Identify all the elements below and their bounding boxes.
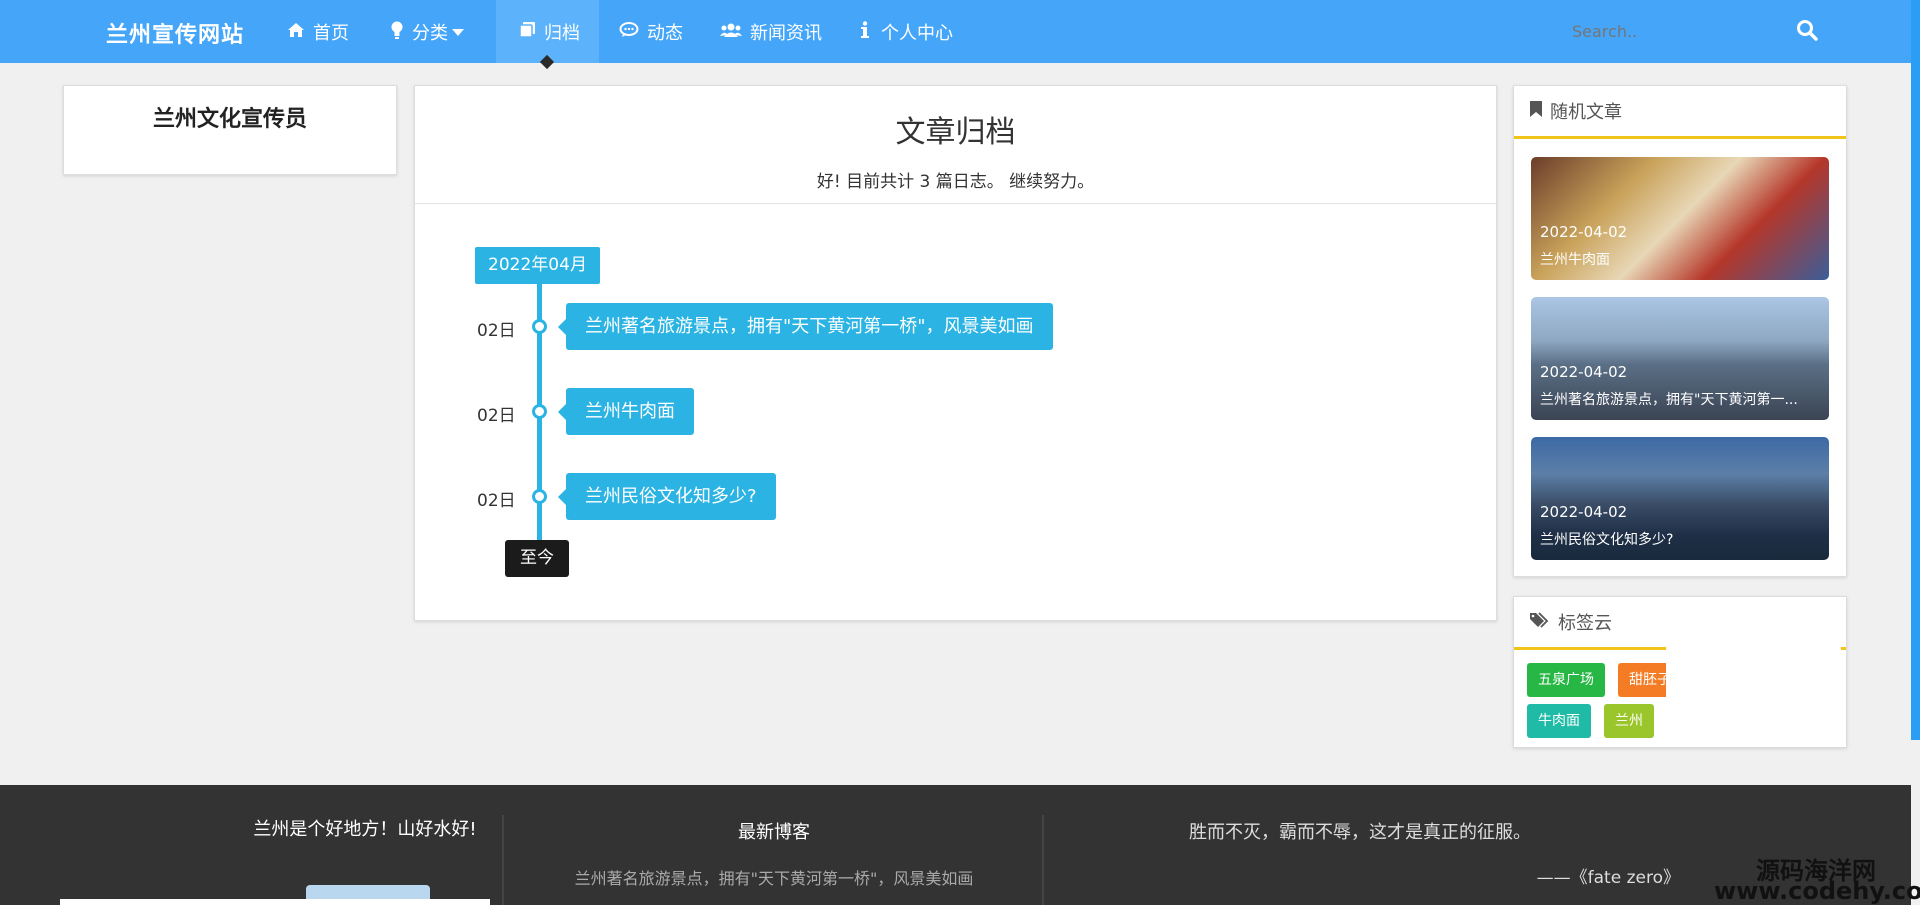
post-date: 2022-04-02 (1540, 363, 1628, 381)
footer-quote: 胜而不灭，霸而不辱，这才是真正的征服。 (1189, 822, 1531, 843)
post-date: 2022-04-02 (1540, 223, 1628, 241)
post-title: 兰州著名旅游景点，拥有"天下黄河第一... (1540, 392, 1798, 408)
search-icon[interactable] (1796, 19, 1820, 43)
scrollbar-track[interactable] (1911, 0, 1920, 740)
timeline-post-link[interactable]: 兰州民俗文化知多少? (558, 473, 776, 520)
copy-icon (519, 21, 536, 42)
archive-panel: 文章归档 好! 目前共计 3 篇日志。 继续努力。 (414, 85, 1497, 621)
footer-bottom-bar (60, 899, 490, 905)
timeline-dot (532, 404, 547, 419)
footer-latest-title: 最新博客 (738, 822, 810, 843)
divider (415, 203, 1496, 204)
top-navbar: 兰州宣传网站 首页 分类 归档 动态 新闻资讯 个人中心 Search.. (0, 0, 1911, 63)
nav-category[interactable]: 分类 (390, 0, 464, 63)
tags-icon (1530, 611, 1550, 633)
profile-name: 兰州文化宣传员 (152, 107, 307, 132)
timeline-day: 02日 (477, 491, 516, 511)
footer-divider (1042, 815, 1044, 905)
nav-activity[interactable]: 动态 (619, 0, 683, 63)
panel-title: 随机文章 (1550, 102, 1622, 123)
nav-category-label: 分类 (412, 22, 448, 44)
nav-home[interactable]: 首页 (287, 0, 349, 63)
site-brand[interactable]: 兰州宣传网站 (106, 17, 244, 49)
timeline-post-link[interactable]: 兰州著名旅游景点，拥有"天下黄河第一桥"，风景美如画 (558, 303, 1053, 350)
nav-profile-label: 个人中心 (881, 22, 953, 44)
random-post-card[interactable]: 2022-04-02 兰州牛肉面 (1531, 157, 1829, 280)
bookmark-icon (1530, 100, 1542, 122)
post-title: 兰州牛肉面 (1540, 252, 1610, 268)
timeline-end-label: 至今 (505, 540, 569, 577)
users-icon (720, 22, 742, 42)
random-post-card[interactable]: 2022-04-02 兰州著名旅游景点，拥有"天下黄河第一... (1531, 297, 1829, 420)
watermark-url: www.codehy.com (1714, 877, 1920, 905)
home-icon (287, 22, 305, 42)
footer-quote-source: ——《fate zero》 (1536, 868, 1680, 888)
footer-latest-post[interactable]: 兰州著名旅游景点，拥有"天下黄河第一桥"，风景美如画 (504, 865, 1044, 889)
random-post-card[interactable]: 2022-04-02 兰州民俗文化知多少? (1531, 437, 1829, 560)
nav-home-label: 首页 (313, 22, 349, 44)
random-posts-panel: 随机文章 2022-04-02 兰州牛肉面 2022-04-02 兰州著名旅游景… (1513, 85, 1847, 577)
footer-divider (502, 815, 504, 905)
post-title: 兰州民俗文化知多少? (1540, 532, 1674, 548)
tag-item[interactable]: 兰州 (1604, 704, 1654, 738)
timeline-post-link[interactable]: 兰州牛肉面 (558, 388, 694, 435)
search-input[interactable] (1560, 12, 1830, 50)
timeline-day: 02日 (477, 321, 516, 341)
nav-news[interactable]: 新闻资讯 (720, 0, 822, 63)
panel-title: 标签云 (1558, 613, 1612, 634)
archive-summary: 好! 目前共计 3 篇日志。 继续努力。 (816, 172, 1095, 192)
timeline-day: 02日 (477, 406, 516, 426)
lightbulb-icon (390, 21, 404, 43)
timeline-dot (532, 319, 547, 334)
footer: 兰州是个好地方！山好水好! 最新博客 兰州著名旅游景点，拥有"天下黄河第一桥"，… (0, 785, 1911, 905)
timeline-month: 2022年04月 (475, 247, 600, 284)
footer-about: 兰州是个好地方！山好水好! (253, 819, 477, 840)
comment-icon (619, 21, 639, 42)
timeline-dot (532, 489, 547, 504)
info-icon (861, 20, 869, 43)
nav-activity-label: 动态 (647, 22, 683, 44)
panel-header: 随机文章 (1514, 86, 1846, 139)
nav-news-label: 新闻资讯 (750, 22, 822, 44)
chevron-down-icon (452, 21, 464, 42)
nav-archive-label: 归档 (544, 22, 580, 44)
tag-item[interactable]: 牛肉面 (1527, 704, 1591, 738)
nav-archive[interactable]: 归档 (496, 0, 599, 63)
nav-profile[interactable]: 个人中心 (861, 0, 953, 63)
profile-card: 兰州文化宣传员 (63, 85, 397, 175)
tag-item[interactable]: 五泉广场 (1527, 663, 1605, 697)
floating-overlay (1666, 632, 1841, 729)
post-date: 2022-04-02 (1540, 503, 1628, 521)
page-title: 文章归档 (895, 115, 1016, 150)
scrollbar-thumb[interactable] (1911, 0, 1920, 740)
